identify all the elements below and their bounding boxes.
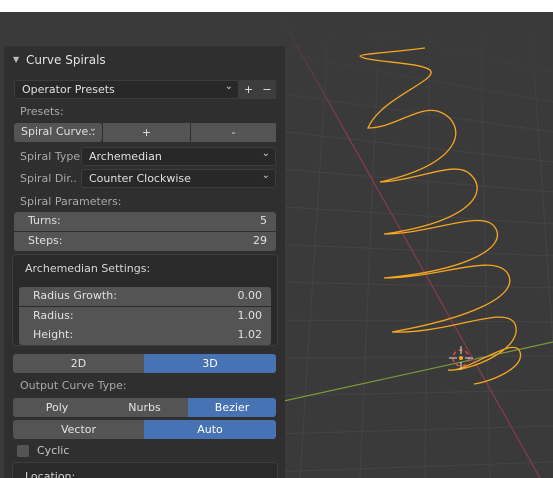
spiral-dir-label: Spiral Dir..	[20, 172, 77, 185]
spiral-parameters-label: Spiral Parameters:	[20, 195, 122, 208]
height-label: Height:	[33, 328, 74, 341]
spiral-type-dropdown[interactable]: Archemedian ⌄	[81, 147, 276, 166]
steps-field[interactable]: Steps: 29	[14, 232, 276, 251]
turns-label: Turns:	[28, 214, 61, 227]
steps-value: 29	[253, 234, 267, 247]
spiral-type-value: Archemedian	[89, 150, 162, 163]
panel-header[interactable]: ▼ Curve Spirals	[4, 46, 285, 74]
cyclic-checkbox[interactable]	[17, 445, 29, 457]
chevron-down-icon: ⌄	[224, 81, 233, 92]
radius-field[interactable]: Radius: 1.00	[19, 307, 271, 326]
spiral-preset-add-button[interactable]: +	[103, 123, 190, 142]
mode-3d-button[interactable]: 3D	[144, 354, 276, 373]
location-label: Location:	[25, 470, 76, 478]
presets-label: Presets:	[20, 105, 64, 118]
mode-2d-button[interactable]: 2D	[13, 354, 144, 373]
turns-field[interactable]: Turns: 5	[14, 212, 276, 231]
curve-poly-button[interactable]: Poly	[13, 398, 101, 417]
radius-growth-label: Radius Growth:	[33, 289, 117, 302]
chevron-down-icon: ⌄	[261, 170, 270, 181]
operator-presets-label: Operator Presets	[22, 83, 115, 96]
cyclic-label: Cyclic	[37, 444, 70, 457]
handle-auto-button[interactable]: Auto	[144, 420, 276, 439]
spiral-preset-dropdown[interactable]: Spiral Curve.. ⌄	[14, 123, 102, 142]
height-field[interactable]: Height: 1.02	[19, 326, 271, 345]
spiral-preset-label: Spiral Curve..	[21, 125, 96, 138]
radius-value: 1.00	[237, 309, 263, 322]
radius-label: Radius:	[33, 309, 74, 322]
steps-label: Steps:	[28, 234, 63, 247]
chevron-down-icon: ⌄	[261, 148, 270, 159]
curve-nurbs-button[interactable]: Nurbs	[101, 398, 188, 417]
panel-title: Curve Spirals	[26, 53, 106, 67]
curve-bezier-button[interactable]: Bezier	[188, 398, 276, 417]
add-preset-button[interactable]: +	[239, 80, 258, 99]
chevron-down-icon: ⌄	[88, 123, 97, 134]
top-bar	[0, 0, 553, 12]
radius-growth-value: 0.00	[237, 289, 263, 302]
spiral-preset-remove-button[interactable]: -	[191, 123, 276, 142]
radius-growth-field[interactable]: Radius Growth: 0.00	[19, 287, 271, 306]
remove-preset-button[interactable]: −	[258, 80, 276, 99]
handle-vector-button[interactable]: Vector	[13, 420, 144, 439]
archemedian-settings-label: Archemedian Settings:	[25, 262, 151, 275]
height-value: 1.02	[237, 328, 263, 341]
spiral-dir-value: Counter Clockwise	[89, 172, 191, 185]
turns-value: 5	[260, 214, 267, 227]
spiral-dir-dropdown[interactable]: Counter Clockwise ⌄	[81, 169, 276, 188]
output-curve-type-label: Output Curve Type:	[20, 379, 127, 392]
collapse-triangle-icon[interactable]: ▼	[13, 55, 19, 64]
operator-presets-dropdown[interactable]: Operator Presets ⌄	[14, 80, 239, 99]
spiral-type-label: Spiral Type:	[20, 150, 84, 163]
curve-spirals-panel: ▼ Curve Spirals Operator Presets ⌄ + − P…	[4, 46, 285, 478]
